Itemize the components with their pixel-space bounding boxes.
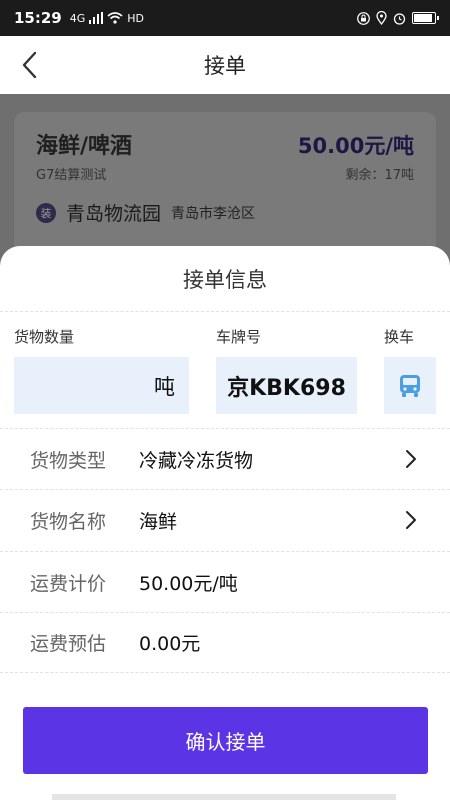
plate-label: 车牌号 — [216, 328, 262, 346]
remaining-label: 剩余：17吨 — [345, 168, 414, 183]
accept-order-sheet: 接单信息 货物数量 车牌号 换车 吨 京KBK698 货物类型 冷藏冷冻货物 货… — [0, 246, 450, 800]
cargo-name-value: 海鲜 — [139, 510, 178, 533]
sheet-title: 接单信息 — [0, 246, 450, 312]
order-price: 50.00元/吨 — [297, 134, 414, 158]
quantity-input[interactable]: 吨 — [14, 357, 189, 414]
plate-field[interactable]: 京KBK698 — [216, 357, 357, 414]
confirm-accept-button[interactable]: 确认接单 — [23, 707, 428, 774]
battery-fill — [414, 14, 432, 22]
wifi-icon — [107, 12, 123, 24]
hd-label: HD — [127, 11, 145, 25]
origin-row: 装 青岛物流园 青岛市李沧区 — [36, 199, 414, 226]
plate-value: 京KBK698 — [227, 375, 346, 401]
network-label: 4G — [69, 11, 86, 25]
nav-bar: 接单 — [0, 36, 450, 94]
origin-district: 青岛市李沧区 — [171, 205, 256, 222]
goods-title: 海鲜/啤酒 — [36, 134, 133, 159]
swap-vehicle-button[interactable] — [384, 357, 436, 414]
location-icon — [376, 11, 387, 25]
order-card-header: 海鲜/啤酒 50.00元/吨 — [36, 128, 414, 160]
cargo-type-row[interactable]: 货物类型 冷藏冷冻货物 — [0, 428, 450, 489]
field-labels: 货物数量 车牌号 换车 — [0, 326, 450, 350]
cargo-name-label: 货物名称 — [30, 510, 107, 533]
back-button[interactable] — [12, 48, 46, 82]
lock-icon — [357, 11, 370, 25]
cargo-name-row[interactable]: 货物名称 海鲜 — [0, 489, 450, 550]
quantity-unit: 吨 — [154, 374, 175, 399]
status-time: 15:29 — [14, 9, 62, 27]
page-title: 接单 — [204, 54, 246, 78]
swap-vehicle-label: 换车 — [384, 328, 415, 346]
back-arrow-icon — [22, 51, 37, 79]
bottom-strip — [52, 794, 396, 800]
truck-icon — [400, 374, 420, 397]
chevron-right-icon — [406, 450, 416, 468]
freight-pricing-label: 运费计价 — [30, 572, 107, 595]
order-card-subrow: G7结算测试 剩余：17吨 — [36, 164, 414, 183]
cargo-type-label: 货物类型 — [30, 449, 107, 472]
origin-badge: 装 — [36, 202, 56, 223]
signal-icon — [89, 12, 104, 24]
freight-pricing-value: 50.00元/吨 — [139, 572, 238, 595]
freight-pricing-row: 运费计价 50.00元/吨 — [0, 551, 450, 612]
quantity-label: 货物数量 — [14, 328, 75, 346]
status-bar: 15:29 4G HD — [0, 0, 450, 36]
origin-name: 青岛物流园 — [66, 203, 162, 225]
battery-icon — [412, 12, 439, 24]
settlement-label: G7结算测试 — [36, 168, 107, 183]
status-left: 15:29 4G HD — [14, 9, 144, 27]
cargo-type-value: 冷藏冷冻货物 — [139, 449, 254, 472]
alarm-icon — [393, 12, 406, 25]
freight-estimate-row: 运费预估 0.00元 — [0, 612, 450, 673]
freight-estimate-label: 运费预估 — [30, 633, 107, 655]
status-right — [357, 11, 439, 25]
chevron-right-icon — [406, 511, 416, 529]
freight-estimate-value: 0.00元 — [139, 633, 201, 655]
